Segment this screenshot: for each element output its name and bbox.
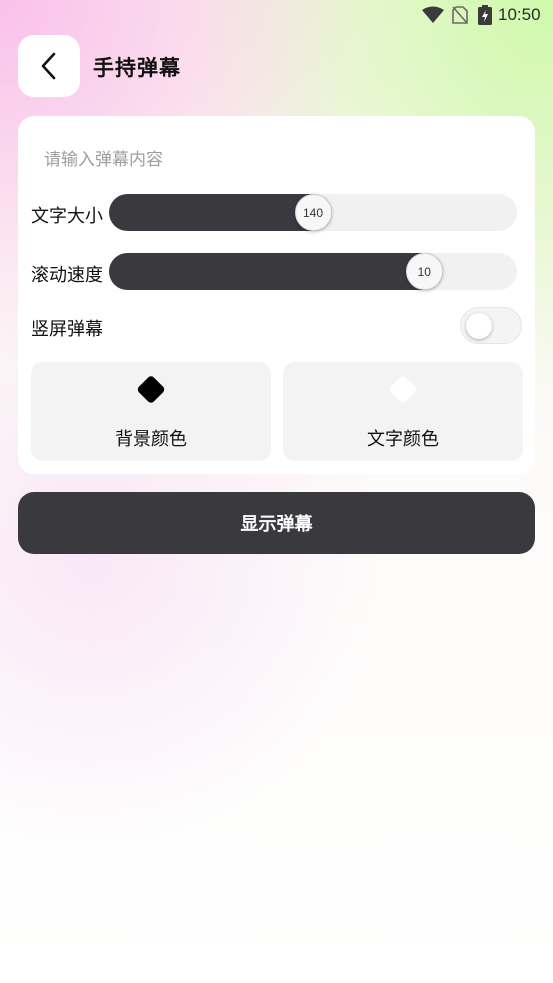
status-time: 10:50 [498,5,541,24]
toggle-knob [466,313,492,339]
scroll-speed-slider-fill [109,253,443,290]
font-size-label: 文字大小 [31,206,103,227]
background-color-label: 背景颜色 [115,429,187,450]
vertical-danmaku-label: 竖屏弹幕 [31,319,103,340]
chevron-left-icon [41,52,56,80]
danmaku-text-input[interactable] [30,140,510,180]
battery-charging-icon [478,5,492,25]
show-danmaku-button[interactable]: 显示弹幕 [18,492,535,554]
text-color-label: 文字颜色 [367,429,439,450]
scroll-speed-slider[interactable]: 10 [109,253,517,290]
font-size-slider[interactable]: 140 [109,194,517,231]
page-title: 手持弹幕 [93,56,181,80]
scroll-speed-label: 滚动速度 [31,265,103,286]
status-bar: 10:50 [0,0,553,32]
no-sim-icon [452,6,468,24]
font-size-slider-thumb[interactable]: 140 [294,194,332,231]
text-color-button[interactable]: 文字颜色 [283,362,523,461]
background-color-button[interactable]: 背景颜色 [31,362,271,461]
scroll-speed-slider-thumb[interactable]: 10 [405,253,443,290]
vertical-danmaku-toggle[interactable] [460,307,522,344]
back-button[interactable] [18,35,80,97]
text-color-swatch [388,374,418,405]
wifi-icon [422,6,444,23]
background-color-swatch [136,374,166,405]
